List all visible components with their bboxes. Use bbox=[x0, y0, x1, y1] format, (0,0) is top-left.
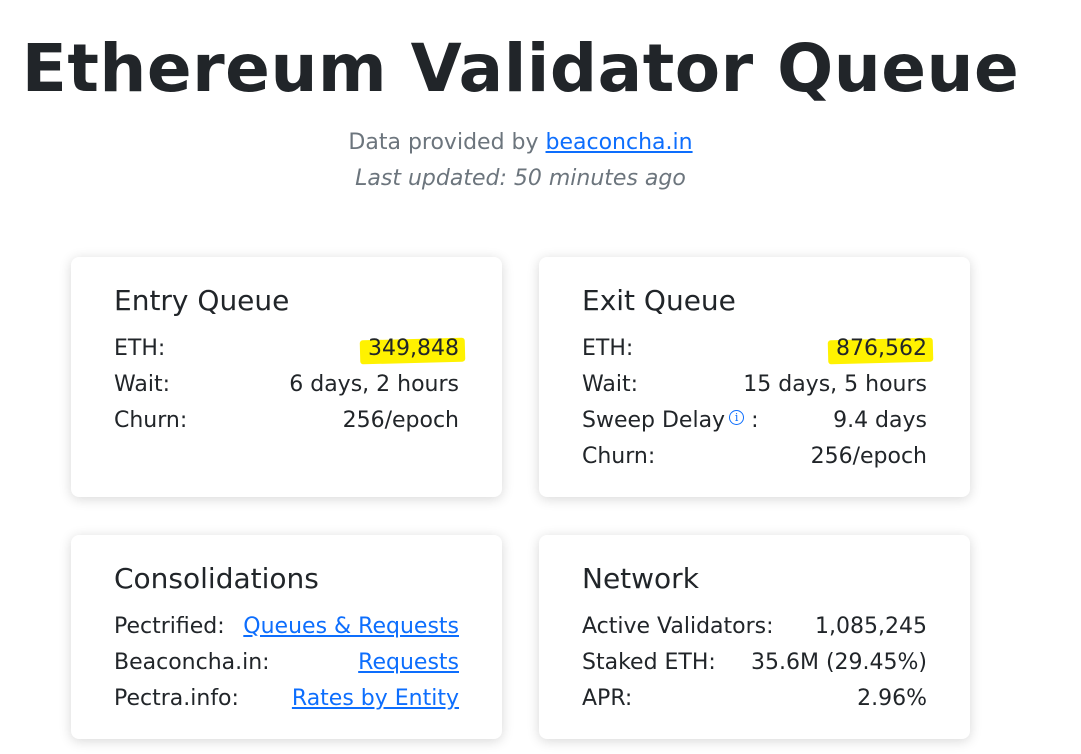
entry-wait-row: Wait: 6 days, 2 hours bbox=[114, 367, 459, 403]
exit-eth-value-highlight: 876,562 bbox=[836, 331, 927, 367]
exit-eth-label: ETH: bbox=[582, 336, 634, 361]
exit-sweep-label: Sweep Delay bbox=[582, 408, 726, 433]
exit-sweep-colon: : bbox=[751, 408, 759, 433]
pectrified-row: Pectrified: Queues & Requests bbox=[114, 609, 459, 645]
exit-wait-label: Wait: bbox=[582, 372, 638, 397]
pectrified-label: Pectrified: bbox=[114, 614, 225, 639]
entry-queue-card: Entry Queue ETH: 349,848 Wait: 6 days, 2… bbox=[71, 257, 502, 497]
requests-link[interactable]: Requests bbox=[358, 645, 459, 681]
queues-requests-link[interactable]: Queues & Requests bbox=[243, 609, 459, 645]
exit-eth-value: 876,562 bbox=[836, 336, 927, 361]
data-provider-line: Data provided by beaconcha.in bbox=[0, 130, 1041, 155]
info-icon[interactable]: i bbox=[729, 410, 745, 425]
staked-eth-row: Staked ETH: 35.6M (29.45%) bbox=[582, 645, 927, 681]
staked-eth-label: Staked ETH: bbox=[582, 650, 716, 675]
pectra-info-label: Pectra.info: bbox=[114, 686, 239, 711]
entry-wait-label: Wait: bbox=[114, 372, 170, 397]
beaconcha-link[interactable]: beaconcha.in bbox=[546, 130, 693, 155]
exit-wait-value: 15 days, 5 hours bbox=[743, 372, 927, 397]
consolidations-title: Consolidations bbox=[114, 562, 319, 595]
active-validators-label: Active Validators: bbox=[582, 614, 774, 639]
entry-eth-value-highlight: 349,848 bbox=[368, 331, 459, 367]
exit-churn-label: Churn: bbox=[582, 444, 656, 469]
entry-churn-row: Churn: 256/epoch bbox=[114, 403, 459, 439]
apr-label: APR: bbox=[582, 686, 633, 711]
entry-churn-label: Churn: bbox=[114, 408, 188, 433]
entry-eth-row: ETH: 349,848 bbox=[114, 331, 459, 367]
provider-prefix: Data provided by bbox=[348, 130, 539, 155]
exit-sweep-value: 9.4 days bbox=[833, 408, 927, 433]
page-title: Ethereum Validator Queue bbox=[21, 30, 1020, 107]
beaconchain-label: Beaconcha.in: bbox=[114, 650, 270, 675]
exit-wait-row: Wait: 15 days, 5 hours bbox=[582, 367, 927, 403]
pectra-info-row: Pectra.info: Rates by Entity bbox=[114, 681, 459, 717]
page: Ethereum Validator Queue Data provided b… bbox=[0, 0, 1081, 754]
exit-churn-row: Churn: 256/epoch bbox=[582, 439, 927, 475]
entry-wait-value: 6 days, 2 hours bbox=[289, 372, 459, 397]
exit-eth-row: ETH: 876,562 bbox=[582, 331, 927, 367]
exit-sweep-label-group: Sweep Delay i : bbox=[582, 403, 759, 439]
entry-eth-value: 349,848 bbox=[368, 336, 459, 361]
active-validators-row: Active Validators: 1,085,245 bbox=[582, 609, 927, 645]
beaconchain-row: Beaconcha.in: Requests bbox=[114, 645, 459, 681]
network-title: Network bbox=[582, 562, 699, 595]
entry-queue-title: Entry Queue bbox=[114, 284, 290, 317]
apr-value: 2.96% bbox=[857, 686, 927, 711]
exit-queue-card: Exit Queue ETH: 876,562 Wait: 15 days, 5… bbox=[539, 257, 970, 497]
exit-queue-title: Exit Queue bbox=[582, 284, 736, 317]
apr-row: APR: 2.96% bbox=[582, 681, 927, 717]
staked-eth-value: 35.6M (29.45%) bbox=[750, 650, 927, 675]
rates-by-entity-link[interactable]: Rates by Entity bbox=[292, 681, 459, 717]
exit-churn-value: 256/epoch bbox=[810, 444, 927, 469]
entry-eth-label: ETH: bbox=[114, 336, 166, 361]
consolidations-card: Consolidations Pectrified: Queues & Requ… bbox=[71, 535, 502, 739]
last-updated: Last updated: 50 minutes ago bbox=[355, 166, 686, 191]
network-card: Network Active Validators: 1,085,245 Sta… bbox=[539, 535, 970, 739]
active-validators-value: 1,085,245 bbox=[815, 614, 927, 639]
entry-churn-value: 256/epoch bbox=[342, 408, 459, 433]
exit-sweep-row: Sweep Delay i : 9.4 days bbox=[582, 403, 927, 439]
